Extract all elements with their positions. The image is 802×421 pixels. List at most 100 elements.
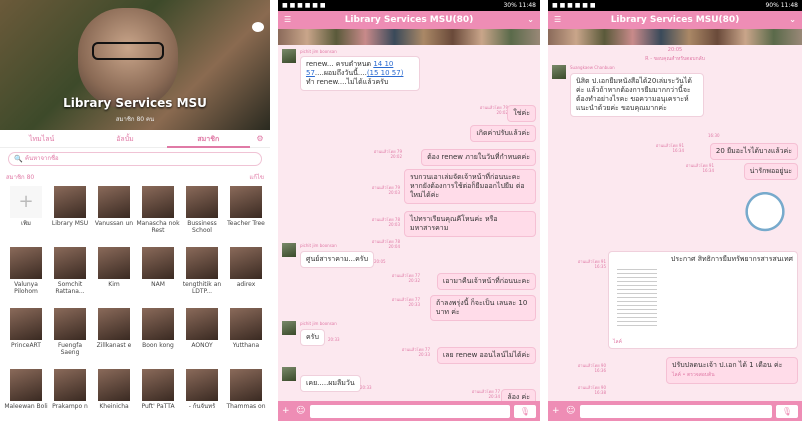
outgoing-message: เอามาคืนเจ้าหน้าที่ก่อนนะคะ — [436, 273, 536, 290]
member-item[interactable]: AONOY — [180, 308, 224, 369]
member-item[interactable]: + เพิ่ม — [4, 186, 48, 247]
avatar[interactable] — [282, 367, 296, 381]
member-avatar — [98, 308, 130, 340]
member-item[interactable]: Valunya Pilohom — [4, 247, 48, 308]
send-button[interactable]: 🎙 — [776, 404, 798, 418]
member-item[interactable]: Maleewan Boli — [4, 369, 48, 421]
read-receipt: อ่านแล้วโดย 91 16:34 — [655, 143, 684, 153]
sticker-image[interactable] — [734, 183, 796, 235]
group-name: Library Services MSU — [63, 96, 207, 110]
member-name: Boon kong — [142, 342, 174, 349]
member-avatar — [54, 369, 86, 401]
edit-members-link[interactable]: แก้ไข — [249, 172, 264, 182]
chat-title: Library Services MSU(80) — [610, 15, 740, 25]
member-avatar — [186, 369, 218, 401]
message-list[interactable]: pichit jim boonsan renew... ครบตำหนด 14 … — [278, 45, 540, 405]
avatar[interactable] — [282, 49, 296, 63]
outgoing-message: ถ้าลงพรุ่งนี้ ก็จะเป็น เลนละ 10 บาท ค่ะ — [430, 295, 536, 321]
message-bubble: ศูนย์สาราคาม...ครับ — [300, 251, 375, 268]
outgoing-message: เลย renew ออนไลน์ไม่ได้ค่ะ — [436, 347, 536, 364]
chat-header: ☰ Library Services MSU(80) ⌄ — [278, 11, 540, 29]
shared-image-post[interactable]: ประกาศ สิทธิการยืมทรัพยากรสารสนเทศ ไลค์ — [608, 251, 798, 349]
member-item[interactable]: - ก้นจันทร์ — [180, 369, 224, 421]
like-link[interactable]: ไลค์ • ตรวจสอบต้น — [672, 372, 715, 378]
member-item[interactable]: PrinceART — [4, 308, 48, 369]
avatar[interactable] — [282, 243, 296, 257]
member-item[interactable]: Library MSU — [48, 186, 92, 247]
member-avatar — [186, 186, 218, 218]
outgoing-message: ไปทราเรียนคุณคีโหนค่ะ หรือ มหาสารคาม — [404, 211, 536, 237]
member-item[interactable]: Boon kong — [136, 308, 180, 369]
chat-panel-1: ■ ■ ■ ■ ■ ■ 30% 11:48 ☰ Library Services… — [278, 0, 540, 421]
tab-timeline[interactable]: ไทมไลน์ — [0, 130, 83, 148]
member-avatar — [10, 308, 42, 340]
menu-icon[interactable]: ☰ — [554, 11, 561, 29]
message-time: 16:30 — [708, 133, 720, 138]
member-name: Kheinicha — [99, 403, 129, 410]
member-name: adirex — [236, 281, 256, 288]
member-avatar — [186, 308, 218, 340]
member-avatar-strip[interactable] — [548, 29, 802, 45]
search-icon: 🔍 — [14, 155, 23, 163]
read-receipt: อ่านแล้วโดย 91 16:35 — [577, 259, 606, 269]
member-item[interactable]: Somchit Rattana... — [48, 247, 92, 308]
search-placeholder: ค้นหาจากชื่อ — [25, 155, 59, 162]
member-name: เพิ่ม — [21, 220, 31, 227]
member-item[interactable]: Puft' PaTTA — [136, 369, 180, 421]
menu-icon[interactable]: ☰ — [284, 11, 291, 29]
message-list[interactable]: 20:05 R - ขอบคุณสำหรับตอบกลับ Suangkaew … — [548, 45, 802, 405]
send-button[interactable]: 🎙 — [514, 404, 536, 418]
plus-icon[interactable]: + — [282, 406, 292, 416]
member-item[interactable]: Teacher Tree — [224, 186, 268, 247]
member-name: Yutthana — [232, 342, 260, 349]
tab-members[interactable]: สมาชิก — [166, 130, 250, 148]
member-item[interactable]: Bussiness School — [180, 186, 224, 247]
chevron-down-icon[interactable]: ⌄ — [527, 11, 534, 29]
tab-album[interactable]: อัลบั้ม — [83, 130, 166, 148]
member-item[interactable]: Manascha nok Rest — [136, 186, 180, 247]
member-item[interactable]: adirex — [224, 247, 268, 308]
member-avatar — [10, 247, 42, 279]
member-item[interactable]: Vanussan un — [92, 186, 136, 247]
member-item[interactable]: Thammas on — [224, 369, 268, 421]
outgoing-message: น่ารักพออยู่นะ — [743, 163, 798, 180]
outgoing-message: เกิดค่าปรับแล้วค่ะ — [470, 125, 536, 142]
member-item[interactable]: Fuengfa Saeng — [48, 308, 92, 369]
status-bar: ■ ■ ■ ■ ■ ■ 30% 11:48 — [278, 0, 540, 11]
date-link[interactable]: (15 10 57) — [367, 69, 404, 77]
plus-icon[interactable]: + — [552, 406, 562, 416]
avatar[interactable] — [282, 321, 296, 335]
battery-level: 30% — [503, 2, 517, 9]
group-member-count: สมาชิก 80 คน — [115, 116, 155, 123]
battery-level: 90% — [765, 2, 779, 9]
member-avatar — [142, 369, 174, 401]
member-item[interactable]: NAM — [136, 247, 180, 308]
member-avatar — [142, 308, 174, 340]
member-item[interactable]: Yutthana — [224, 308, 268, 369]
read-receipt: อ่านแล้วโดย 79 20:02 — [373, 149, 402, 159]
members-label: สมาชิก 80 — [6, 174, 35, 181]
member-item[interactable]: Zillkanast e — [92, 308, 136, 369]
member-name: NAM — [151, 281, 165, 288]
member-item[interactable]: Prakampo n — [48, 369, 92, 421]
member-item[interactable]: Kheinicha — [92, 369, 136, 421]
chevron-down-icon[interactable]: ⌄ — [789, 11, 796, 29]
emoji-icon[interactable]: ☺ — [566, 406, 576, 416]
avatar[interactable] — [552, 65, 566, 79]
read-receipt: อ่านแล้วโดย 78 20:03 — [371, 217, 400, 227]
member-item[interactable]: tengthitik an LDTP... — [180, 247, 224, 308]
gear-icon[interactable]: ⚙ — [250, 134, 270, 143]
read-receipt: อ่านแล้วโดย 77 20:33 — [391, 297, 420, 307]
message-input[interactable] — [310, 404, 510, 418]
message-input[interactable] — [580, 404, 772, 418]
chat-bubble-icon[interactable] — [252, 22, 264, 32]
member-item[interactable]: Kim — [92, 247, 136, 308]
outgoing-message: รบกวนเอาเล่มจัดเจ้าหน้าที่ก่อนนะคะ หากยั… — [404, 169, 536, 204]
read-receipt: อ่านแล้วโดย 79 20:03 — [371, 185, 400, 195]
member-avatar-strip[interactable] — [278, 29, 540, 45]
emoji-icon[interactable]: ☺ — [296, 406, 306, 416]
like-link[interactable]: ไลค์ — [613, 338, 622, 346]
member-search-input[interactable]: 🔍 ค้นหาจากชื่อ — [8, 152, 262, 166]
member-avatar — [98, 369, 130, 401]
read-receipt: อ่านแล้วโดย 90 16:38 — [577, 385, 606, 395]
